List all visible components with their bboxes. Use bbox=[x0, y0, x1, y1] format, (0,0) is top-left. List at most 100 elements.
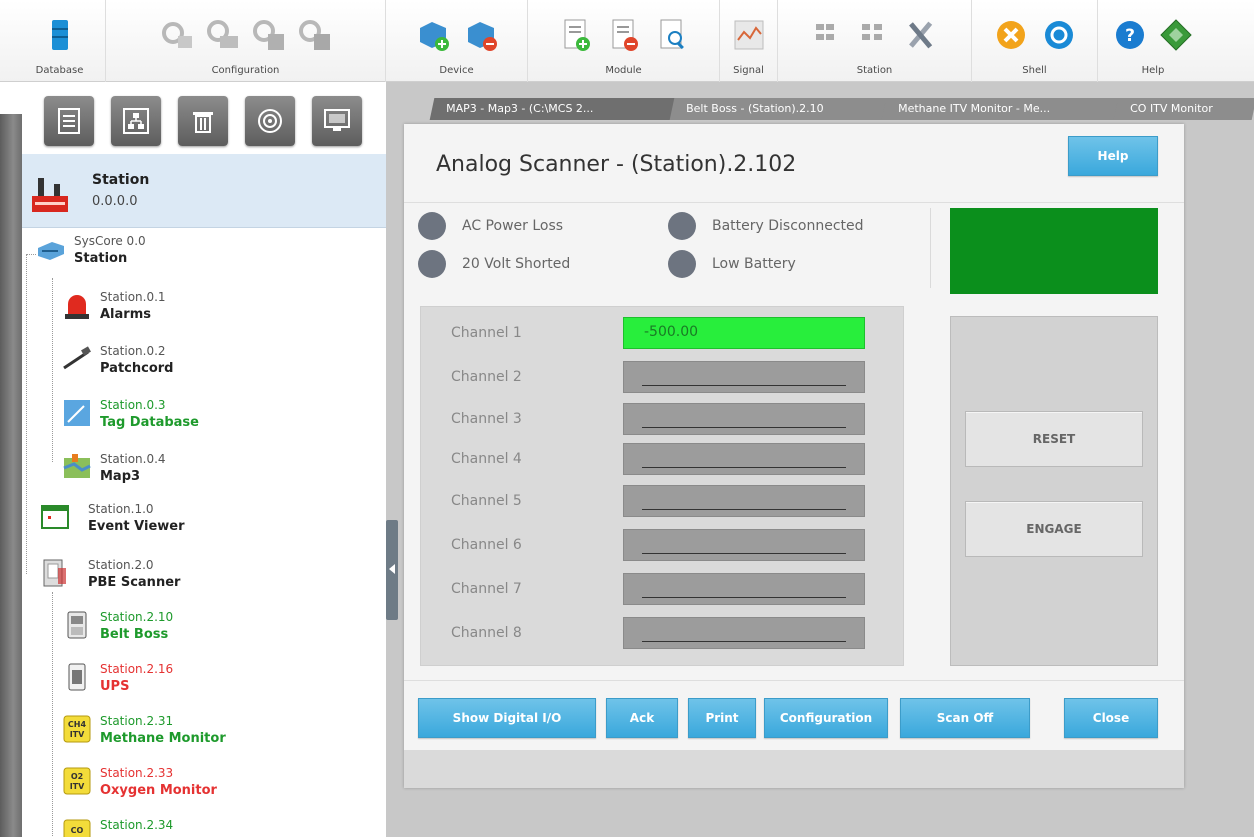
show-digital-io-button[interactable]: Show Digital I/O bbox=[418, 698, 596, 738]
status-led-icon bbox=[418, 250, 446, 278]
tab-belt-boss[interactable]: Belt Boss - (Station).2.10 bbox=[669, 98, 891, 120]
hierarchy-icon bbox=[123, 108, 149, 134]
tab-methane-monitor[interactable]: Methane ITV Monitor - Me... bbox=[881, 98, 1123, 120]
selected-station-header[interactable]: Station 0.0.0.0 bbox=[22, 154, 386, 228]
channel-value[interactable] bbox=[623, 443, 865, 475]
tree-node-id: Station.2.33 bbox=[100, 766, 174, 780]
engage-button[interactable]: ENGAGE bbox=[965, 501, 1143, 557]
config-open-icon[interactable] bbox=[160, 18, 194, 52]
channel-value[interactable] bbox=[623, 361, 865, 393]
ribbon-group-label: Configuration bbox=[211, 65, 280, 76]
tree-node-name: Tag Database bbox=[100, 415, 199, 430]
status-led-icon bbox=[668, 212, 696, 240]
tab-label: Methane ITV Monitor - Me... bbox=[898, 102, 1051, 115]
status-indicator-panel bbox=[950, 208, 1158, 294]
tab-label: Belt Boss - (Station).2.10 bbox=[686, 102, 824, 115]
ribbon-group-device: Device bbox=[386, 0, 528, 82]
add-device-icon[interactable] bbox=[416, 18, 450, 52]
tree-node-name: Alarms bbox=[100, 307, 151, 322]
tree-line bbox=[26, 254, 27, 574]
configuration-button[interactable]: Configuration bbox=[764, 698, 888, 738]
shell-refresh-icon[interactable] bbox=[1042, 18, 1076, 52]
tree-node-id: Station.2.34 bbox=[100, 818, 174, 832]
hierarchy-button[interactable] bbox=[111, 96, 161, 146]
tab-co-monitor[interactable]: CO ITV Monitor bbox=[1113, 98, 1254, 120]
indicator-divider bbox=[930, 208, 931, 288]
channel-value[interactable] bbox=[623, 573, 865, 605]
o2-badge-label: O2 bbox=[71, 772, 83, 781]
indicator-ac-power-loss: AC Power Loss bbox=[418, 212, 563, 240]
indicator-label: AC Power Loss bbox=[462, 218, 564, 234]
tree-line bbox=[52, 592, 53, 837]
ribbon-group-label: Station bbox=[856, 65, 893, 76]
scan-off-button[interactable]: Scan Off bbox=[900, 698, 1030, 738]
tree-node-name: UPS bbox=[100, 679, 130, 694]
signal-icon[interactable] bbox=[732, 18, 766, 52]
target-button[interactable] bbox=[245, 96, 295, 146]
channel-value[interactable]: -500.00 bbox=[623, 317, 865, 349]
belt-boss-device-icon bbox=[67, 611, 87, 639]
channel-row: Channel 8 bbox=[421, 617, 905, 649]
channel-panel: Channel 1 -500.00 Channel 2 Channel 3 Ch… bbox=[420, 306, 904, 666]
find-module-icon[interactable] bbox=[655, 18, 689, 52]
dialog-footer-band bbox=[404, 750, 1184, 788]
map-icon bbox=[63, 454, 91, 478]
empty-value-line bbox=[642, 385, 846, 386]
channel-row: Channel 2 bbox=[421, 361, 905, 393]
document-tabs: MAP3 - Map3 - (C:\MCS 2... Belt Boss - (… bbox=[398, 82, 1254, 124]
header-divider bbox=[404, 202, 1184, 203]
close-button[interactable]: Close bbox=[1064, 698, 1158, 738]
status-led-icon bbox=[418, 212, 446, 240]
channel-value[interactable] bbox=[623, 617, 865, 649]
document-icon bbox=[58, 108, 80, 134]
config-saveas-icon[interactable] bbox=[298, 18, 332, 52]
channel-label: Channel 4 bbox=[451, 451, 522, 467]
tools-icon[interactable] bbox=[904, 18, 938, 52]
tree-node-name: Belt Boss bbox=[100, 627, 169, 642]
about-diamond-icon[interactable] bbox=[1159, 18, 1193, 52]
config-folder-icon[interactable] bbox=[206, 18, 240, 52]
station-icon bbox=[32, 178, 68, 212]
station-edit-icon[interactable] bbox=[858, 18, 892, 52]
shell-close-icon[interactable] bbox=[994, 18, 1028, 52]
tree-node-id: Station.2.10 bbox=[100, 610, 174, 624]
station-config-icon[interactable] bbox=[812, 18, 846, 52]
channel-row: Channel 6 bbox=[421, 529, 905, 561]
channel-row: Channel 3 bbox=[421, 403, 905, 435]
print-button[interactable]: Print bbox=[688, 698, 756, 738]
tree-node-id: Station.2.0 bbox=[88, 558, 154, 572]
tree-node-name: PBE Scanner bbox=[88, 575, 181, 590]
channel-row: Channel 7 bbox=[421, 573, 905, 605]
database-icon[interactable] bbox=[43, 18, 77, 52]
monitor-button[interactable] bbox=[312, 96, 362, 146]
channel-label: Channel 7 bbox=[451, 581, 522, 597]
document-button[interactable] bbox=[44, 96, 94, 146]
add-module-icon[interactable] bbox=[559, 18, 593, 52]
help-button[interactable]: Help bbox=[1068, 136, 1158, 176]
reset-button[interactable]: RESET bbox=[965, 411, 1143, 467]
config-save-icon[interactable] bbox=[252, 18, 286, 52]
channel-row: Channel 5 bbox=[421, 485, 905, 517]
analog-scanner-dialog: Analog Scanner - (Station).2.102 Help AC… bbox=[404, 124, 1184, 788]
ack-button[interactable]: Ack bbox=[606, 698, 678, 738]
tree-node-id: Station.1.0 bbox=[88, 502, 154, 516]
help-icon[interactable]: ? bbox=[1113, 18, 1147, 52]
tree-node-name: Patchcord bbox=[100, 361, 174, 376]
channel-label: Channel 3 bbox=[451, 411, 522, 427]
tab-map3[interactable]: MAP3 - Map3 - (C:\MCS 2... bbox=[429, 98, 679, 120]
svg-text:?: ? bbox=[1125, 26, 1135, 46]
ribbon-group-help: ? Help bbox=[1098, 0, 1208, 82]
delete-button[interactable] bbox=[178, 96, 228, 146]
sidebar: Station 0.0.0.0 SysCore 0.0 Station Stat… bbox=[0, 82, 386, 837]
channel-value[interactable] bbox=[623, 529, 865, 561]
sidebar-collapse-handle[interactable] bbox=[386, 520, 398, 620]
selected-station-address: 0.0.0.0 bbox=[92, 194, 138, 209]
channel-label: Channel 1 bbox=[451, 325, 522, 341]
o2-badge-sublabel: ITV bbox=[70, 782, 85, 791]
remove-module-icon[interactable] bbox=[607, 18, 641, 52]
tree-node-id: Station.0.4 bbox=[100, 452, 166, 466]
remove-device-icon[interactable] bbox=[464, 18, 498, 52]
channel-value[interactable] bbox=[623, 485, 865, 517]
empty-value-line bbox=[642, 641, 846, 642]
channel-value[interactable] bbox=[623, 403, 865, 435]
